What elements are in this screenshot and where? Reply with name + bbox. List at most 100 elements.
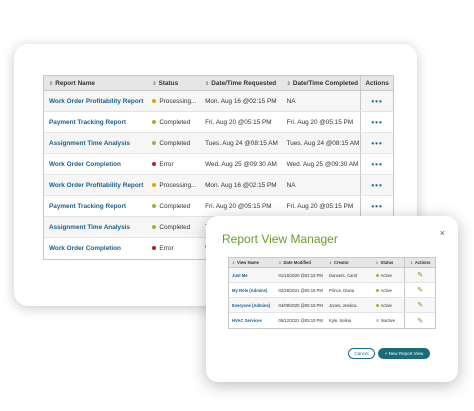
- dialog-title: Report View Manager: [222, 232, 338, 246]
- views-table-header: ⇕ View Name ⇕ Date Modified ⇕ Creator ⇕ Stat…: [229, 258, 435, 268]
- actions-cell: •••: [360, 91, 393, 111]
- edit-icon[interactable]: ✎: [417, 301, 423, 309]
- requested-cell: Fri. Aug 20 @05:15 PM: [205, 118, 272, 126]
- requested-cell: Fri. Aug 20 @05:15 PM: [205, 202, 272, 210]
- column-header-actions: Actions: [360, 76, 393, 90]
- view-name-link[interactable]: Just Me: [229, 273, 276, 278]
- status-dot-icon: [152, 98, 157, 103]
- sort-icon: ⇕: [49, 80, 54, 87]
- actions-cell: ✎: [404, 283, 435, 297]
- status-dot-icon: [152, 182, 157, 187]
- column-header-completed[interactable]: ⇕ Date/Time Completed: [282, 80, 361, 87]
- date-modified-cell: 04/08/2020 @05:15 PM: [278, 302, 323, 308]
- status-cell: Error: [148, 161, 200, 168]
- sort-icon: ⇕: [286, 80, 291, 87]
- close-icon[interactable]: ×: [440, 228, 445, 238]
- column-header-status[interactable]: ⇕ Status: [148, 80, 200, 87]
- report-name-link[interactable]: Work Order Profitability Report: [44, 98, 148, 105]
- completed-cell: Wed. Aug 25 @09:30 AM: [286, 160, 359, 168]
- table-row: HVAC Services 05/12/2021 @05:15 PM Kyle, S…: [229, 313, 435, 328]
- cancel-button[interactable]: Cancel: [348, 348, 375, 359]
- edit-icon[interactable]: ✎: [417, 286, 423, 294]
- table-row: Work Order Profitability Report Processin…: [44, 91, 393, 112]
- requested-cell: Mon. Aug 16 @02:15 PM: [205, 97, 277, 105]
- column-header-report-name[interactable]: ⇕ Report Name: [44, 80, 148, 87]
- status-cell: Error: [148, 245, 200, 252]
- status-cell: Active: [373, 273, 405, 278]
- report-name-link[interactable]: Work Order Profitability Report: [44, 182, 148, 189]
- actions-cell: •••: [360, 133, 393, 153]
- status-dot-icon: [375, 303, 379, 307]
- status-dot-icon: [375, 288, 379, 292]
- view-name-link[interactable]: Everyone (Admins): [229, 303, 276, 308]
- report-name-link[interactable]: Payment Tracking Report: [44, 203, 148, 210]
- sort-icon: ⇕: [232, 261, 235, 265]
- requested-cell: Wed. Aug 25 @09:30 AM: [205, 160, 277, 168]
- view-name-link[interactable]: HVAC Services: [229, 318, 276, 323]
- edit-icon[interactable]: ✎: [417, 317, 423, 325]
- column-header-requested[interactable]: ⇕ Date/Time Requested: [200, 80, 282, 87]
- table-row: Work Order Completion Error Wed. Aug 25 @0…: [44, 154, 393, 175]
- more-options-icon[interactable]: •••: [371, 97, 382, 106]
- status-cell: Active: [373, 303, 405, 308]
- views-table: ⇕ View Name ⇕ Date Modified ⇕ Creator ⇕ Stat…: [228, 257, 436, 329]
- column-header-date-modified[interactable]: ⇕ Date Modified: [276, 260, 327, 265]
- new-report-view-button[interactable]: + New Report View: [378, 348, 430, 359]
- status-text: Active: [380, 302, 392, 308]
- report-view-manager-dialog: Report View Manager × ⇕ View Name ⇕ Date M…: [206, 216, 458, 382]
- status-text: Inactive: [380, 318, 396, 323]
- report-name-link[interactable]: Work Order Completion: [44, 161, 148, 168]
- status-dot-icon: [152, 224, 157, 229]
- table-row: Assignment Time Analysis Completed Tues. A…: [44, 133, 393, 154]
- more-options-icon[interactable]: •••: [371, 181, 382, 190]
- status-dot-icon: [152, 203, 157, 208]
- status-dot-icon: [152, 119, 157, 124]
- more-options-icon[interactable]: •••: [371, 139, 382, 148]
- date-modified-cell: 05/12/2021 @05:15 PM: [278, 318, 323, 323]
- status-text: Active: [380, 272, 392, 278]
- edit-icon[interactable]: ✎: [417, 271, 423, 279]
- creator-cell: Danvers, Carol: [329, 272, 357, 278]
- status-text: Completed: [159, 118, 191, 126]
- report-name-link[interactable]: Payment Tracking Report: [44, 119, 148, 126]
- status-dot-icon: [152, 246, 157, 251]
- table-row: Payment Tracking Report Completed Fri. Aug…: [44, 112, 393, 133]
- actions-cell: •••: [360, 175, 393, 195]
- status-text: Completed: [159, 223, 191, 231]
- status-cell: Processing...: [148, 182, 200, 189]
- report-name-link[interactable]: Assignment Time Analysis: [44, 140, 148, 147]
- status-text: Completed: [159, 202, 191, 210]
- status-text: Processing...: [159, 181, 197, 189]
- column-header-creator[interactable]: ⇕ Creator: [326, 260, 373, 265]
- status-cell: Inactive: [373, 318, 405, 323]
- table-row: My Role (Admins) 02/26/2021 @05:15 PM Prin…: [229, 283, 435, 298]
- more-options-icon[interactable]: •••: [371, 202, 382, 211]
- more-options-icon[interactable]: •••: [371, 118, 382, 127]
- date-modified-cell: 02/26/2021 @05:15 PM: [278, 287, 323, 293]
- report-name-link[interactable]: Work Order Completion: [44, 245, 148, 252]
- actions-cell: ✎: [404, 313, 435, 328]
- date-modified-cell: 01/15/2020 @02:15 PM: [278, 272, 323, 278]
- view-name-link[interactable]: My Role (Admins): [229, 288, 276, 293]
- column-header-view-name[interactable]: ⇕ View Name: [229, 260, 276, 265]
- actions-cell: ✎: [404, 298, 435, 312]
- column-header-status[interactable]: ⇕ Status: [373, 260, 405, 265]
- creator-cell: Kyle, Selina: [329, 318, 352, 323]
- sort-icon: ⇕: [205, 80, 210, 87]
- status-cell: Completed: [148, 140, 200, 147]
- status-cell: Processing...: [148, 98, 200, 105]
- completed-cell: Fri. Aug 20 @05:15 PM: [286, 118, 354, 126]
- sort-icon: ⇕: [152, 80, 157, 87]
- table-row: Everyone (Admins) 04/08/2020 @05:15 PM Jon…: [229, 298, 435, 313]
- status-dot-icon: [375, 319, 379, 323]
- completed-cell: NA: [286, 181, 296, 189]
- actions-cell: •••: [360, 112, 393, 132]
- status-dot-icon: [152, 140, 157, 145]
- table-row: Payment Tracking Report Completed Fri. Aug…: [44, 196, 393, 217]
- more-options-icon[interactable]: •••: [371, 160, 382, 169]
- status-dot-icon: [152, 161, 157, 166]
- completed-cell: NA: [286, 97, 296, 105]
- report-name-link[interactable]: Assignment Time Analysis: [44, 224, 148, 231]
- status-dot-icon: [375, 273, 379, 277]
- status-cell: Active: [373, 288, 405, 293]
